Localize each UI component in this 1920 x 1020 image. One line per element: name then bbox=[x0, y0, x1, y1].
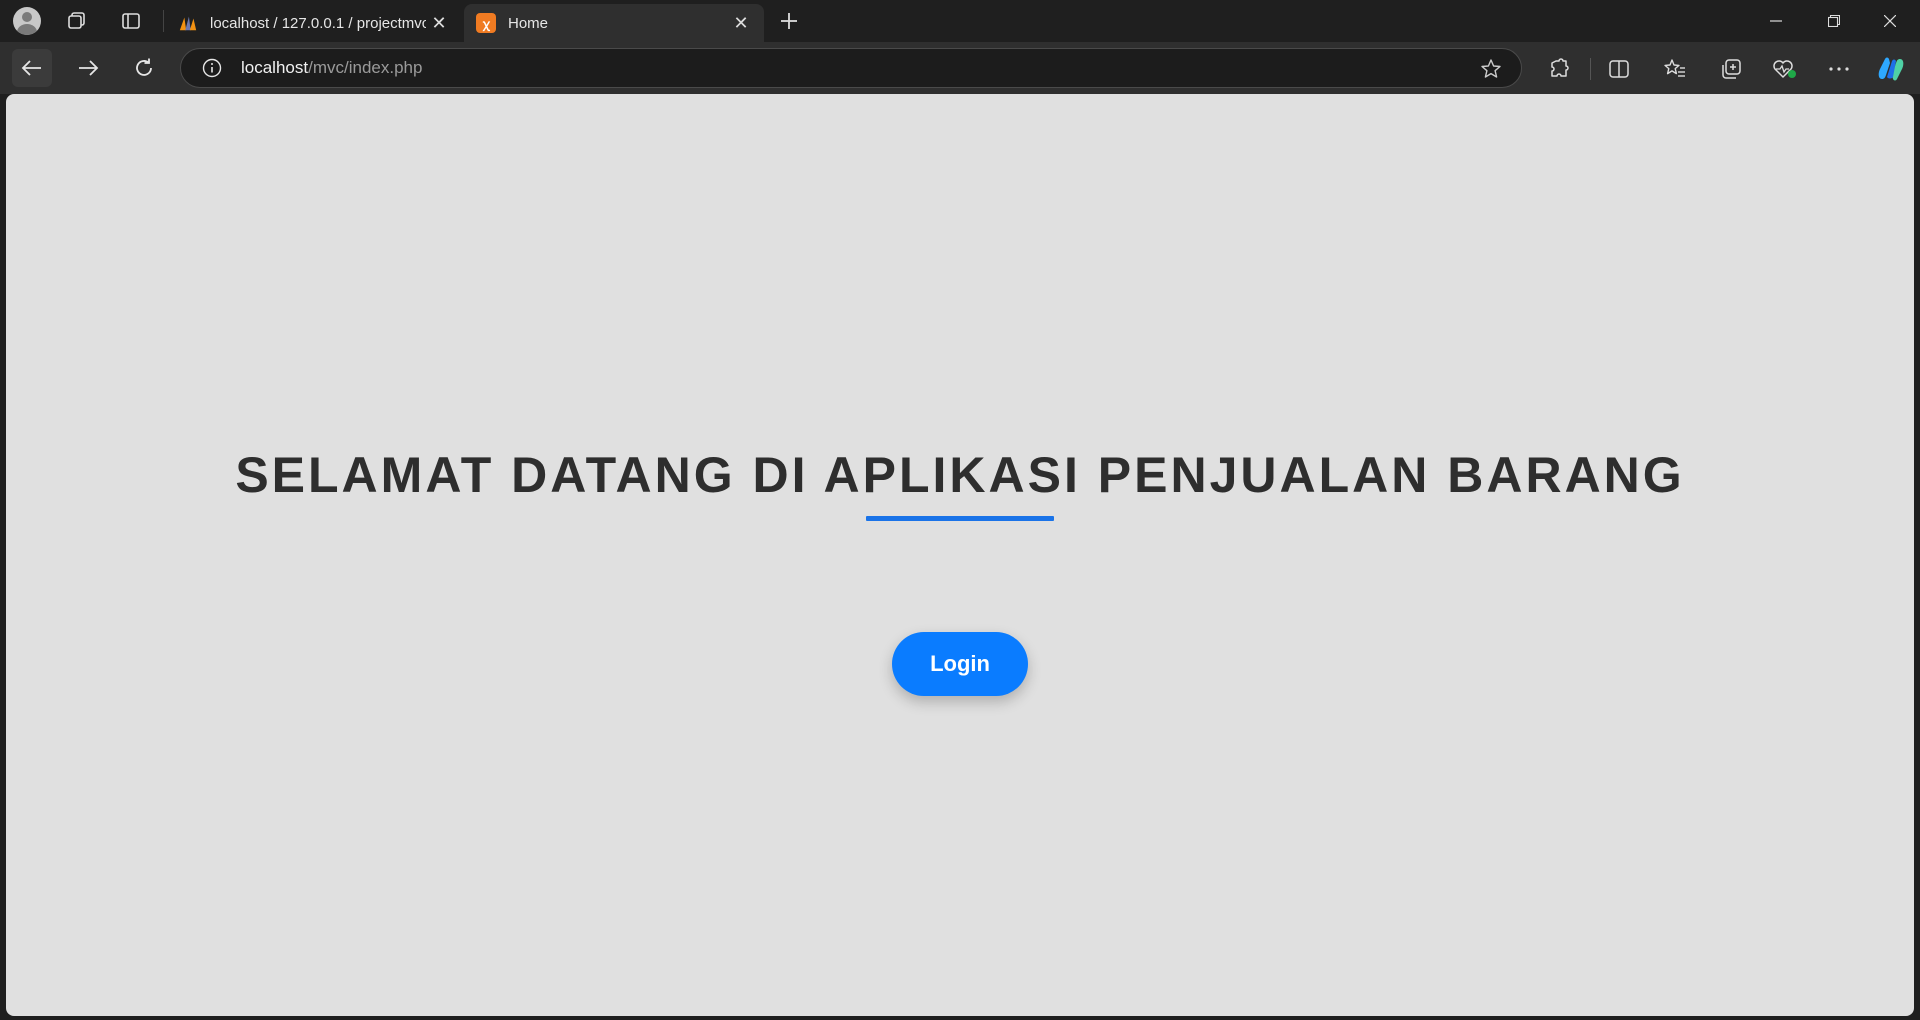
xampp-icon: ꭓ bbox=[476, 13, 496, 33]
close-icon[interactable]: ✕ bbox=[426, 10, 452, 36]
workspaces-icon[interactable] bbox=[62, 6, 92, 36]
toolbar-separator bbox=[1590, 58, 1591, 80]
collections-icon[interactable] bbox=[1716, 54, 1746, 84]
forward-button[interactable] bbox=[68, 49, 108, 87]
page-viewport: SELAMAT DATANG DI APLIKASI PENJUALAN BAR… bbox=[6, 94, 1914, 1016]
title-underline bbox=[866, 516, 1054, 521]
address-bar[interactable]: localhost/mvc/index.php bbox=[180, 48, 1522, 88]
copilot-icon[interactable] bbox=[1876, 54, 1906, 84]
back-button[interactable] bbox=[12, 49, 52, 87]
extensions-icon[interactable] bbox=[1544, 54, 1574, 84]
tab-phpmyadmin[interactable]: localhost / 127.0.0.1 / projectmvc ✕ bbox=[166, 4, 462, 42]
login-button[interactable]: Login bbox=[892, 632, 1028, 696]
tab-home[interactable]: ꭓ Home ✕ bbox=[464, 4, 764, 42]
new-tab-button[interactable] bbox=[774, 6, 804, 36]
more-options-icon[interactable] bbox=[1824, 54, 1854, 84]
split-screen-icon[interactable] bbox=[1604, 54, 1634, 84]
favorite-star-icon[interactable] bbox=[1479, 57, 1503, 81]
restore-button[interactable] bbox=[1806, 0, 1862, 42]
favorites-icon[interactable] bbox=[1660, 54, 1690, 84]
tab-label: Home bbox=[508, 14, 549, 32]
minimize-button[interactable] bbox=[1748, 0, 1804, 42]
tab-actions-icon[interactable] bbox=[116, 6, 146, 36]
title-bar: localhost / 127.0.0.1 / projectmvc ✕ ꭓ H… bbox=[0, 0, 1920, 42]
tab-label: localhost / 127.0.0.1 / projectmvc bbox=[210, 14, 426, 32]
url-text[interactable]: localhost/mvc/index.php bbox=[241, 58, 422, 78]
site-info-icon[interactable] bbox=[201, 57, 223, 79]
tab-separator bbox=[163, 10, 164, 32]
browser-toolbar: localhost/mvc/index.php bbox=[0, 42, 1920, 94]
phpmyadmin-icon bbox=[178, 13, 198, 33]
browser-essentials-icon[interactable] bbox=[1770, 54, 1800, 84]
reload-button[interactable] bbox=[124, 49, 164, 87]
page-title: SELAMAT DATANG DI APLIKASI PENJUALAN BAR… bbox=[235, 447, 1685, 503]
close-window-button[interactable] bbox=[1862, 0, 1918, 42]
profile-avatar-icon[interactable] bbox=[12, 6, 42, 36]
close-icon[interactable]: ✕ bbox=[728, 10, 754, 36]
